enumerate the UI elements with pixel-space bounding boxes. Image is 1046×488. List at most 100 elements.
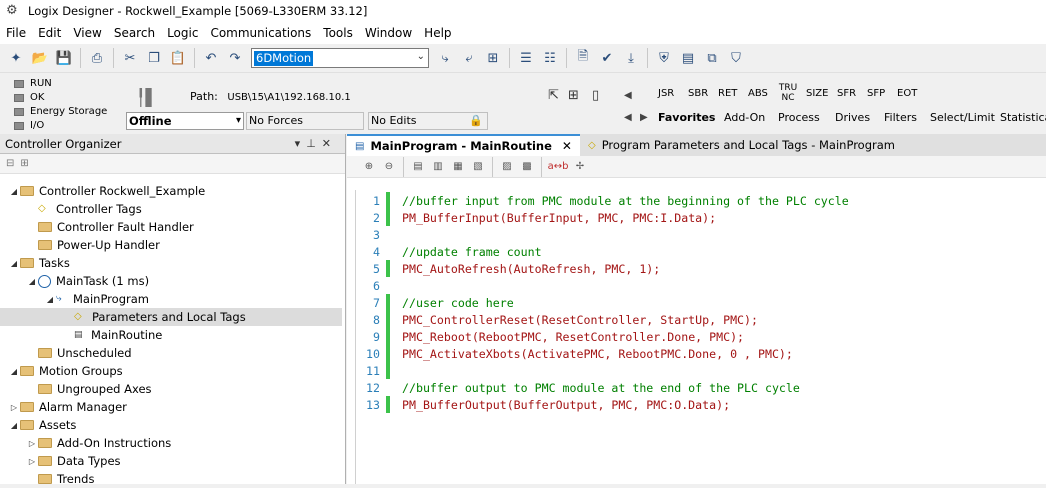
forces-status[interactable]: No Forces [246,112,364,130]
menu-file[interactable]: File [0,26,32,40]
menu-view[interactable]: View [67,26,107,40]
expand-all-icon[interactable]: ⊞ [20,158,28,169]
tab-process[interactable]: Process [778,111,820,124]
zoom-out-icon[interactable]: ⊖ [381,159,397,175]
open-folder-icon[interactable]: 📂 [30,48,50,68]
tab-scroll-right-icon[interactable]: ▶ [640,112,648,123]
code-editor[interactable]: 1 //buffer input from PMC module at the b… [355,190,1046,484]
indent-icon[interactable]: ▤ [410,159,426,175]
tree-item[interactable]: ◢ Motion Groups [0,362,342,380]
print-icon[interactable]: ⎙ [87,48,107,68]
code-line[interactable]: 1 //buffer input from PMC module at the b… [356,192,1046,209]
browse-icon[interactable]: ⊞ [483,48,503,68]
verify-controller-icon[interactable]: ☷ [540,48,560,68]
expanded-arrow-icon[interactable]: ◢ [8,367,20,376]
instr-jsr[interactable]: JSR [658,88,674,99]
code-line[interactable]: 2 PM_BufferInput (BufferInput, PMC, PMC:I.… [356,209,1046,226]
replace-icon[interactable]: a↔b [548,159,569,175]
tree-item[interactable]: Controller Fault Handler [0,218,342,236]
bookmark-clear-icon[interactable]: ▩ [519,159,535,175]
zoom-in-icon[interactable]: ⊕ [361,159,377,175]
compare-icon[interactable]: ⧉ [702,48,722,68]
expanded-arrow-icon[interactable]: ◢ [26,277,38,286]
tab-select-limit[interactable]: Select/Limit [930,111,995,124]
bookmark-icon[interactable]: ▨ [499,159,515,175]
tab-main-routine[interactable]: ▤ MainProgram - MainRoutine ✕ [347,134,580,156]
tree-item[interactable]: Trends [0,470,342,488]
instr-size[interactable]: SIZE [806,88,828,99]
redo-icon[interactable]: ↷ [225,48,245,68]
code-line[interactable]: 7 //user code here [356,294,1046,311]
search-input[interactable]: 6DMotion [254,50,314,66]
tab-statistical[interactable]: Statistical [1000,111,1046,124]
tree-item[interactable]: ◢ MainTask (1 ms) [0,272,342,290]
tree-item[interactable]: ▷ Add-On Instructions [0,434,342,452]
tree-item[interactable]: ▷ Data Types [0,452,342,470]
mode-dropdown[interactable]: Offline ▾ [126,112,244,130]
module-icon[interactable]: ▯ [592,88,599,103]
tree-item[interactable]: ▷ Alarm Manager [0,398,342,416]
search-combobox[interactable]: 6DMotion ⌄ [251,48,429,68]
code-line[interactable]: 10 PMC_ActivateXbots (ActivatePMC, RebootP… [356,345,1046,362]
instr-sbr[interactable]: SBR [688,88,708,99]
tree-item[interactable]: ◇ Controller Tags [0,200,342,218]
find-prev-icon[interactable]: ⤶ [459,48,479,68]
menu-help[interactable]: Help [418,26,457,40]
collapsed-arrow-icon[interactable]: ▷ [26,457,38,466]
code-line[interactable]: 8 PMC_ControllerReset (ResetController, St… [356,311,1046,328]
cut-icon[interactable]: ✂ [120,48,140,68]
expanded-arrow-icon[interactable]: ◢ [8,259,20,268]
verify-check-icon[interactable]: ✔ [597,48,617,68]
code-line[interactable]: 13 PM_BufferOutput (BufferOutput, PMC, PMC… [356,396,1046,413]
comment-icon[interactable]: ▦ [450,159,466,175]
tree-item[interactable]: ◢ Assets [0,416,342,434]
expanded-arrow-icon[interactable]: ◢ [8,421,20,430]
save-icon[interactable]: 💾 [54,48,74,68]
tab-scroll-left-icon[interactable]: ◀ [624,112,632,123]
verify-routine-icon[interactable]: ☰ [516,48,536,68]
instr-sfr[interactable]: SFR [837,88,856,99]
outdent-icon[interactable]: ▥ [430,159,446,175]
find-next-icon[interactable]: ⤷ [435,48,455,68]
tree-item[interactable]: Power-Up Handler [0,236,342,254]
edits-status[interactable]: No Edits 🔒 [368,112,488,130]
menu-tools[interactable]: Tools [317,26,359,40]
tree-item[interactable]: ▤ MainRoutine [0,326,342,344]
tree-item[interactable]: ◢ Tasks [0,254,342,272]
menu-edit[interactable]: Edit [32,26,67,40]
lock-shield-icon[interactable]: ⛉ [726,48,746,68]
scroll-left-icon[interactable]: ◀ [624,90,632,101]
collapsed-arrow-icon[interactable]: ▷ [26,439,38,448]
menu-logic[interactable]: Logic [161,26,204,40]
code-line[interactable]: 6 [356,277,1046,294]
menu-search[interactable]: Search [108,26,161,40]
tab-program-parameters[interactable]: ◇ Program Parameters and Local Tags - Ma… [580,134,903,156]
chevron-down-icon[interactable]: ⌄ [417,51,425,62]
security-shield-icon[interactable]: ⛨ [654,48,674,68]
cursor-icon[interactable]: ⇱ [548,88,559,103]
collapsed-arrow-icon[interactable]: ▷ [8,403,20,412]
who-active-icon[interactable]: 🗎 [573,48,593,68]
menu-communications[interactable]: Communications [204,26,317,40]
menu-window[interactable]: Window [359,26,418,40]
instr-eot[interactable]: EOT [897,88,917,99]
instr-trunc[interactable]: TRU NC [778,83,798,103]
instr-abs[interactable]: ABS [748,88,768,99]
dropdown-arrow-icon[interactable]: ▾ [236,113,241,129]
close-icon[interactable]: ✕ [562,139,572,153]
code-line[interactable]: 9 PMC_Reboot (RebootPMC, ResetController.D… [356,328,1046,345]
collapse-all-icon[interactable]: ⊟ [6,158,14,169]
tree-item[interactable]: Unscheduled [0,344,342,362]
code-line[interactable]: 4 //update frame count [356,243,1046,260]
tree-item[interactable]: ◇ Parameters and Local Tags [0,308,342,326]
paste-icon[interactable]: 📋 [168,48,188,68]
copy-icon[interactable]: ❐ [144,48,164,68]
code-line[interactable]: 12 //buffer output to PMC module at the e… [356,379,1046,396]
tree-item[interactable]: ◢ ⤷ MainProgram [0,290,342,308]
download-icon[interactable]: ⤓ [621,48,641,68]
code-line[interactable]: 3 [356,226,1046,243]
tab-favorites[interactable]: Favorites [658,111,715,124]
code-line[interactable]: 11 [356,362,1046,379]
library-icon[interactable]: ▤ [678,48,698,68]
pane-controls[interactable]: ▾⊥✕ [295,137,337,150]
